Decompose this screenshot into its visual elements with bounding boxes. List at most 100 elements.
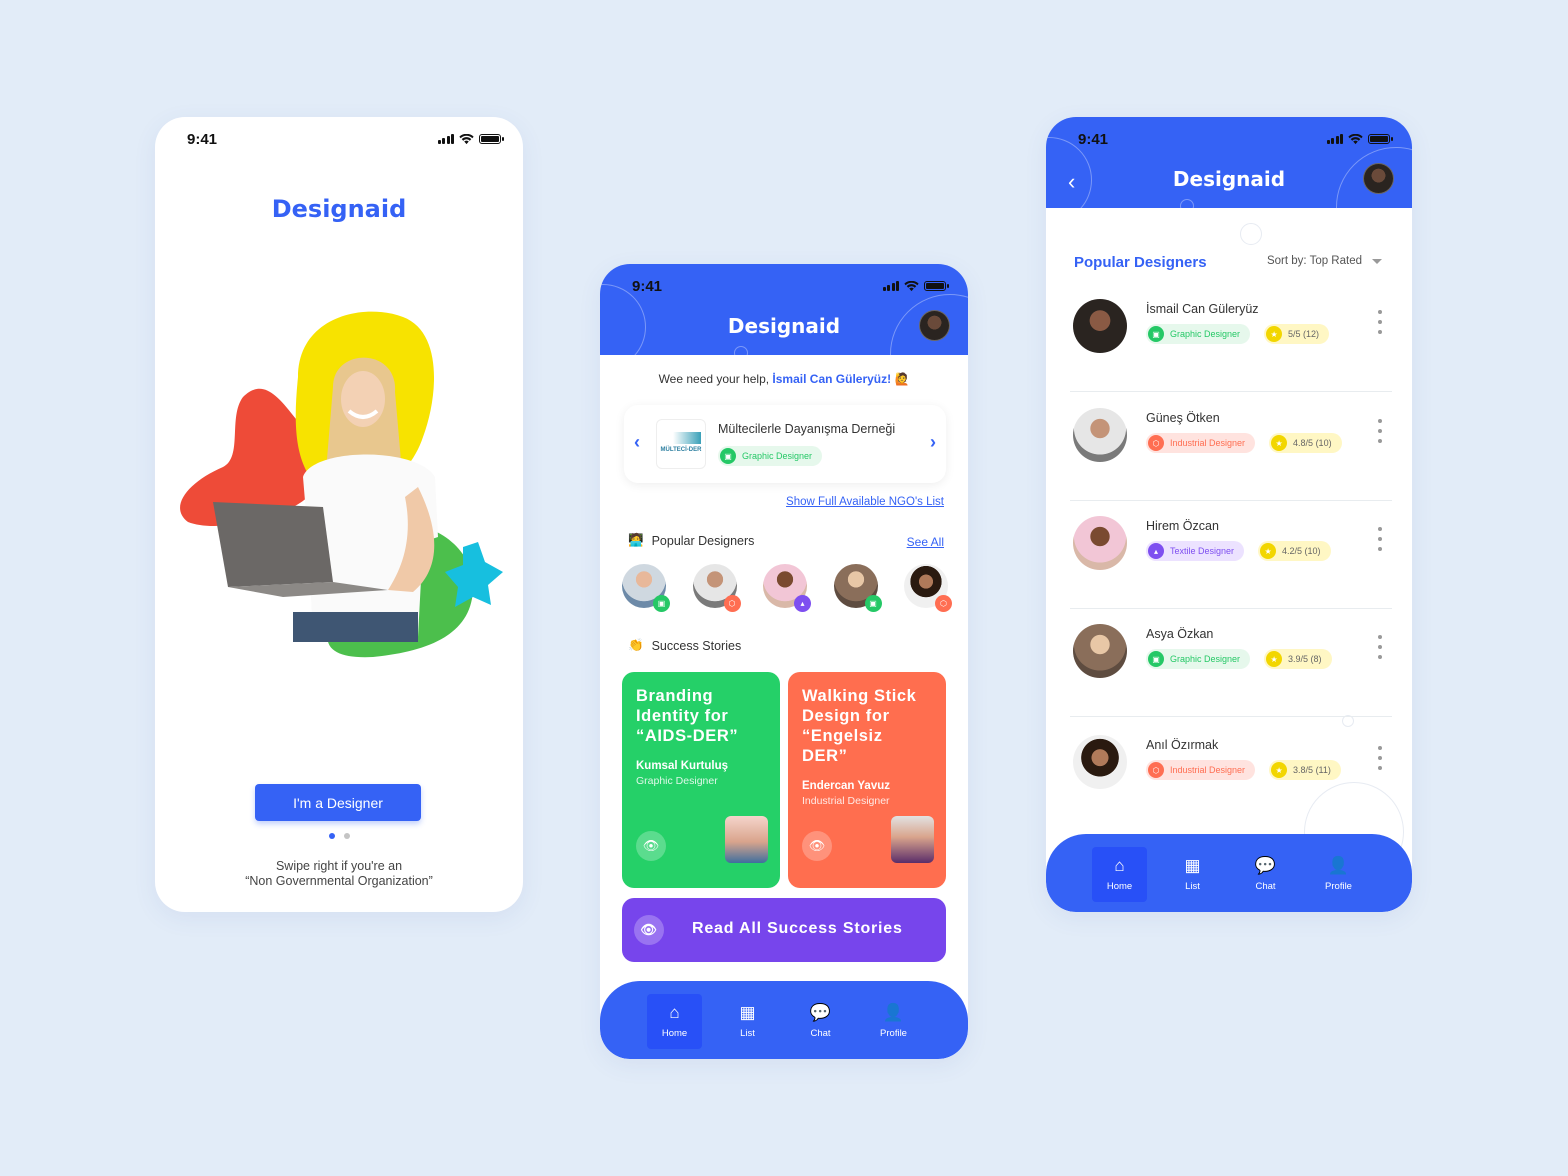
see-all-link[interactable]: See All xyxy=(907,535,944,549)
designer-avatar[interactable] xyxy=(1073,408,1127,462)
rating-label: 4.2/5 (10) xyxy=(1282,546,1321,556)
rating-label: 3.8/5 (11) xyxy=(1293,765,1331,775)
designer-row[interactable]: İsmail Can Güleryüz ▣ Graphic Designer ★ 5/5… xyxy=(1070,284,1392,392)
header: 9:41 Designaid xyxy=(600,264,968,355)
designer-avatar[interactable]: ⬡ xyxy=(904,564,952,612)
role-chip: ▣ Graphic Designer xyxy=(1146,324,1251,344)
nav-home[interactable]: ⌂ Home xyxy=(1092,847,1147,902)
designer-avatar[interactable]: ▣ xyxy=(622,564,670,612)
designer-name: Hirem Özcan xyxy=(1146,519,1219,533)
more-options-button[interactable] xyxy=(1376,527,1384,551)
role-chip: ▴ Textile Designer xyxy=(1146,541,1245,561)
nav-list[interactable]: ▦ List xyxy=(720,994,775,1049)
success-stories-heading: 👏 Success Stories xyxy=(628,638,741,653)
ngo-need-chip: ▣ Graphic Designer xyxy=(718,446,823,466)
popular-designers-title: Popular Designers xyxy=(651,533,755,548)
sort-label: Sort by: Top Rated xyxy=(1266,255,1362,267)
decor-circle xyxy=(1240,223,1262,245)
popular-designers-row: ▣ ⬡ ▴ ▣ ⬡ xyxy=(622,564,952,612)
nav-profile[interactable]: 👤 Profile xyxy=(1311,847,1366,902)
page-indicator[interactable] xyxy=(155,833,523,839)
nav-chat[interactable]: 💬 Chat xyxy=(1238,847,1293,902)
designer-row[interactable]: Asya Özkan ▣ Graphic Designer ★ 3.9/5 (8) xyxy=(1070,609,1392,717)
designer-row[interactable]: Güneş Ötken ⬡ Industrial Designer ★ 4.8/5 (1… xyxy=(1070,393,1392,501)
nav-profile[interactable]: 👤 Profile xyxy=(866,994,921,1049)
more-options-button[interactable] xyxy=(1376,419,1384,443)
designer-name: Anıl Özırmak xyxy=(1146,738,1219,752)
monitor-icon: ▣ xyxy=(1148,651,1164,667)
popular-designers-heading: 🧑‍💻 Popular Designers xyxy=(628,533,754,548)
role-chip: ▣ Graphic Designer xyxy=(1146,649,1251,669)
designer-avatar[interactable]: ▣ xyxy=(833,564,882,612)
home-screen: 9:41 Designaid Wee need your help, İsmai… xyxy=(600,264,968,1059)
rating-chip: ★ 3.8/5 (11) xyxy=(1269,760,1341,780)
designer-avatar[interactable]: ⬡ xyxy=(692,564,741,612)
ngo-card[interactable]: ‹ MÜLTECİ-DER Mültecilerle Dayanışma Der… xyxy=(624,405,946,483)
success-story-card[interactable]: Walking Stick Design for “Engelsiz DER” … xyxy=(788,672,946,888)
nav-label: Profile xyxy=(1325,881,1352,892)
user-avatar[interactable] xyxy=(919,310,950,341)
designer-name: Asya Özkan xyxy=(1146,627,1214,641)
story-role: Industrial Designer xyxy=(802,795,890,807)
header: 9:41 ‹ Designaid xyxy=(1046,117,1412,208)
designer-photo xyxy=(725,816,768,863)
battery-icon xyxy=(924,281,949,291)
nav-chat[interactable]: 💬 Chat xyxy=(793,994,848,1049)
decor-circle xyxy=(734,346,748,355)
designer-avatar[interactable] xyxy=(1073,624,1127,678)
role-chip: ⬡ Industrial Designer xyxy=(1146,433,1256,453)
cube-icon: ⬡ xyxy=(1148,762,1164,778)
star-icon: ★ xyxy=(1266,326,1283,342)
nav-list[interactable]: ▦ List xyxy=(1165,847,1220,902)
header-title: Designaid xyxy=(727,314,841,338)
designer-row[interactable]: Anıl Özırmak ⬡ Industrial Designer ★ 3.8/5 (… xyxy=(1070,720,1392,828)
chat-icon: 💬 xyxy=(809,1003,832,1022)
success-story-card[interactable]: Branding Identity for “AIDS-DER” Kumsal … xyxy=(622,672,780,888)
monitor-icon: ▣ xyxy=(653,595,670,612)
home-icon: ⌂ xyxy=(1114,856,1125,875)
header-title: Designaid xyxy=(1172,167,1286,191)
designer-avatar[interactable] xyxy=(1073,735,1127,789)
star-icon: ★ xyxy=(1266,651,1283,667)
star-icon: ★ xyxy=(1271,435,1288,451)
cube-icon: ⬡ xyxy=(723,595,741,612)
shirt-icon: ▴ xyxy=(1148,543,1164,559)
ngo-prev-button[interactable]: ‹ xyxy=(634,432,640,453)
im-a-designer-button[interactable]: I'm a Designer xyxy=(255,784,421,821)
bottom-nav: ⌂ Home ▦ List 💬 Chat 👤 Profile xyxy=(600,981,968,1059)
designer-name: Güneş Ötken xyxy=(1146,411,1220,425)
nav-home[interactable]: ⌂ Home xyxy=(647,994,702,1049)
more-options-button[interactable] xyxy=(1376,746,1384,770)
designer-avatar[interactable]: ▴ xyxy=(763,564,811,612)
nav-label: Home xyxy=(661,1028,688,1039)
profile-icon: 👤 xyxy=(882,1003,905,1022)
page-dot-active[interactable] xyxy=(328,833,335,839)
ngo-next-button[interactable]: › xyxy=(930,432,936,453)
role-label: Graphic Designer xyxy=(1170,654,1241,664)
user-avatar[interactable] xyxy=(1363,163,1394,194)
designer-avatar[interactable] xyxy=(1073,516,1127,570)
eye-icon[interactable]: 👁 xyxy=(636,831,666,861)
chat-icon: 💬 xyxy=(1254,856,1277,875)
read-all-stories-button[interactable]: 👁 Read All Success Stories xyxy=(622,898,946,962)
story-role: Graphic Designer xyxy=(636,775,718,787)
role-label: Textile Designer xyxy=(1170,546,1235,556)
more-options-button[interactable] xyxy=(1376,310,1384,334)
caret-down-icon xyxy=(1372,258,1382,264)
status-time: 9:41 xyxy=(632,277,663,295)
rating-chip: ★ 4.2/5 (10) xyxy=(1258,541,1331,561)
role-label: Graphic Designer xyxy=(1170,329,1241,339)
sort-dropdown[interactable]: Sort by: Top Rated xyxy=(1267,255,1382,267)
greeting-name: İsmail Can Güleryüz! xyxy=(772,372,892,386)
raising-hand-icon: 🙋 xyxy=(894,372,910,386)
more-options-button[interactable] xyxy=(1376,635,1384,659)
show-ngo-list-link[interactable]: Show Full Available NGO's List xyxy=(786,496,944,508)
role-chip: ⬡ Industrial Designer xyxy=(1146,760,1256,780)
rating-chip: ★ 4.8/5 (10) xyxy=(1269,433,1342,453)
star-icon: ★ xyxy=(1271,762,1288,778)
ngo-logo-text: MÜLTECİ-DER xyxy=(660,447,702,453)
designer-avatar[interactable] xyxy=(1073,299,1127,353)
eye-icon[interactable]: 👁 xyxy=(802,831,832,861)
page-dot[interactable] xyxy=(343,833,350,839)
designer-row[interactable]: Hirem Özcan ▴ Textile Designer ★ 4.2/5 (10) xyxy=(1070,501,1392,609)
